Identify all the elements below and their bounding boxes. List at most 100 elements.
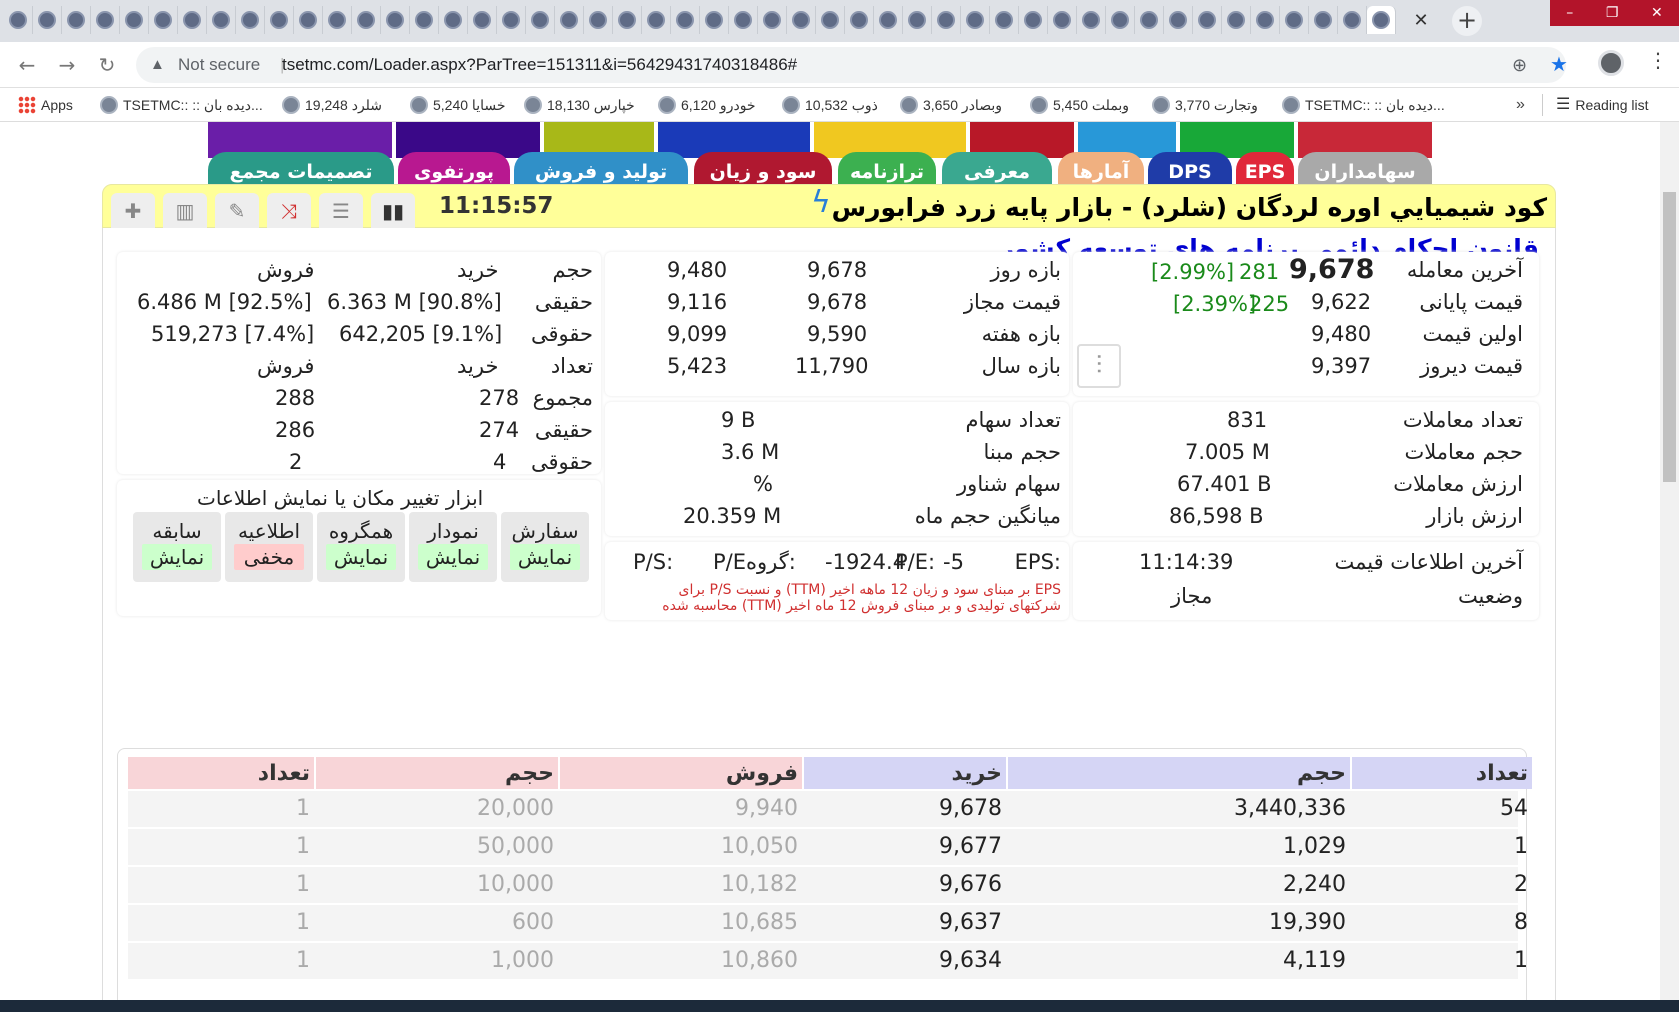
browser-tab[interactable] bbox=[1309, 6, 1338, 34]
page-scrollbar[interactable] bbox=[1660, 122, 1679, 1000]
page-tab[interactable]: تصمیمات مجمع bbox=[208, 152, 394, 188]
browser-tab[interactable] bbox=[91, 6, 120, 34]
bookmark-item[interactable]: وتجارت 3,770 bbox=[1152, 88, 1258, 122]
browser-tab[interactable] bbox=[584, 6, 613, 34]
browser-tab[interactable] bbox=[1164, 6, 1193, 34]
browser-tab[interactable] bbox=[497, 6, 526, 34]
browser-tab[interactable] bbox=[787, 6, 816, 34]
browser-tab[interactable] bbox=[874, 6, 903, 34]
browser-tab[interactable] bbox=[961, 6, 990, 34]
browser-tab[interactable] bbox=[1106, 6, 1135, 34]
browser-tab[interactable] bbox=[4, 6, 33, 34]
new-tab-button[interactable]: + bbox=[1452, 6, 1482, 36]
browser-tab[interactable] bbox=[62, 6, 91, 34]
forward-arrow-icon[interactable]: → bbox=[54, 52, 80, 78]
profile-avatar-icon[interactable] bbox=[1598, 50, 1624, 76]
bookmark-item[interactable]: TSETMC:: :: دیده بان... bbox=[1282, 88, 1445, 122]
edit-note-icon[interactable]: ✎ bbox=[215, 193, 259, 229]
browser-tab[interactable] bbox=[1338, 6, 1367, 34]
browser-tab[interactable] bbox=[1280, 6, 1309, 34]
browser-tab[interactable] bbox=[265, 6, 294, 34]
browser-tab[interactable] bbox=[700, 6, 729, 34]
browser-tab[interactable] bbox=[932, 6, 961, 34]
browser-tab[interactable] bbox=[207, 6, 236, 34]
browser-tab[interactable] bbox=[33, 6, 62, 34]
reading-list-button[interactable]: ☰ Reading list bbox=[1556, 88, 1649, 122]
browser-tab[interactable] bbox=[729, 6, 758, 34]
bookmark-star-icon[interactable]: ★ bbox=[1550, 47, 1568, 83]
add-icon[interactable]: ✚ bbox=[111, 193, 155, 229]
url-input[interactable]: ▲ Not secure | tsetmc.com/Loader.aspx?Pa… bbox=[136, 47, 1568, 83]
page-tab[interactable]: ترازنامه bbox=[838, 152, 936, 188]
toggle-history-button[interactable]: سابقه نمایش bbox=[133, 512, 221, 582]
page-tab[interactable]: EPS bbox=[1236, 152, 1294, 188]
browser-tab[interactable] bbox=[294, 6, 323, 34]
browser-tab[interactable] bbox=[1048, 6, 1077, 34]
browser-tab[interactable] bbox=[352, 6, 381, 34]
lightning-icon[interactable]: ϟ bbox=[811, 185, 831, 220]
browser-tab[interactable] bbox=[613, 6, 642, 34]
browser-tab[interactable] bbox=[120, 6, 149, 34]
browser-tab[interactable] bbox=[845, 6, 874, 34]
page-tab[interactable]: تولید و فروش bbox=[514, 152, 688, 188]
page-tab[interactable]: آمارها bbox=[1058, 152, 1144, 188]
more-bookmarks-icon[interactable]: » bbox=[1516, 88, 1525, 122]
bookmark-item[interactable]: وبملت 5,450 bbox=[1030, 88, 1129, 122]
toggle-chart-button[interactable]: نمودار نمایش bbox=[409, 512, 497, 582]
bookmark-item[interactable]: ذوب 10,532 bbox=[782, 88, 878, 122]
warning-icon[interactable]: ▲ bbox=[150, 47, 165, 83]
not-secure-label[interactable]: Not secure bbox=[178, 47, 260, 83]
browser-tab[interactable] bbox=[149, 6, 178, 34]
browser-tab[interactable] bbox=[1135, 6, 1164, 34]
scrollbar-thumb[interactable] bbox=[1663, 192, 1676, 482]
close-tab-icon[interactable]: ✕ bbox=[1408, 8, 1434, 34]
list-icon[interactable]: ☰ bbox=[319, 193, 363, 229]
browser-tab[interactable] bbox=[381, 6, 410, 34]
browser-tab[interactable] bbox=[1222, 6, 1251, 34]
page-tab[interactable]: پورتفوی bbox=[398, 152, 510, 188]
bookmark-item[interactable]: شلرد 19,248 bbox=[282, 88, 382, 122]
browser-tab[interactable] bbox=[439, 6, 468, 34]
browser-tab[interactable] bbox=[236, 6, 265, 34]
bar-chart-icon[interactable]: ▮▮ bbox=[371, 193, 415, 229]
toggle-orders-button[interactable]: سفارش نمایش bbox=[501, 512, 589, 582]
maximize-icon[interactable]: ❐ bbox=[1606, 5, 1619, 21]
calculator-icon[interactable]: ▥ bbox=[163, 193, 207, 229]
browser-tab[interactable] bbox=[178, 6, 207, 34]
page-tab[interactable]: سهامداران bbox=[1298, 152, 1432, 188]
browser-tab[interactable] bbox=[671, 6, 700, 34]
browser-tab[interactable] bbox=[1251, 6, 1280, 34]
toggle-announcements-button[interactable]: اطلاعیه مخفی bbox=[225, 512, 313, 582]
browser-tab[interactable] bbox=[526, 6, 555, 34]
browser-tab[interactable] bbox=[990, 6, 1019, 34]
back-arrow-icon[interactable]: ← bbox=[14, 52, 40, 78]
page-tab[interactable]: DPS bbox=[1148, 152, 1232, 188]
page-tab[interactable]: معرفی bbox=[942, 152, 1052, 188]
browser-tab[interactable] bbox=[758, 6, 787, 34]
bookmark-item[interactable]: خپارس 18,130 bbox=[524, 88, 635, 122]
browser-tab[interactable] bbox=[1367, 6, 1396, 34]
bookmark-apps[interactable]: Apps bbox=[18, 88, 73, 122]
browser-tab[interactable] bbox=[1077, 6, 1106, 34]
bookmark-item[interactable]: TSETMC:: :: دیده بان... bbox=[100, 88, 263, 122]
browser-tab[interactable] bbox=[410, 6, 439, 34]
browser-tab[interactable] bbox=[555, 6, 584, 34]
bookmark-item[interactable]: خسایا 5,240 bbox=[410, 88, 506, 122]
browser-tab[interactable] bbox=[642, 6, 671, 34]
zoom-icon[interactable]: ⊕ bbox=[1512, 47, 1527, 83]
toggle-peer-group-button[interactable]: همگروه نمایش bbox=[317, 512, 405, 582]
settings-sliders-icon[interactable]: ⫶ bbox=[1077, 344, 1121, 388]
kebab-menu-icon[interactable]: ⋮ bbox=[1648, 48, 1668, 72]
browser-tab[interactable] bbox=[468, 6, 497, 34]
bookmark-item[interactable]: وبصادر 3,650 bbox=[900, 88, 1002, 122]
browser-tab[interactable] bbox=[816, 6, 845, 34]
chart-compare-icon[interactable]: ⤨ bbox=[267, 193, 311, 229]
bookmark-item[interactable]: خودرو 6,120 bbox=[658, 88, 756, 122]
browser-tab[interactable] bbox=[1019, 6, 1048, 34]
url-text[interactable]: tsetmc.com/Loader.aspx?ParTree=151311&i=… bbox=[282, 47, 797, 83]
reload-icon[interactable]: ↻ bbox=[94, 52, 120, 78]
minimize-icon[interactable]: – bbox=[1566, 5, 1573, 21]
browser-tab[interactable] bbox=[903, 6, 932, 34]
browser-tab[interactable] bbox=[323, 6, 352, 34]
window-close-icon[interactable]: ✕ bbox=[1651, 5, 1663, 21]
